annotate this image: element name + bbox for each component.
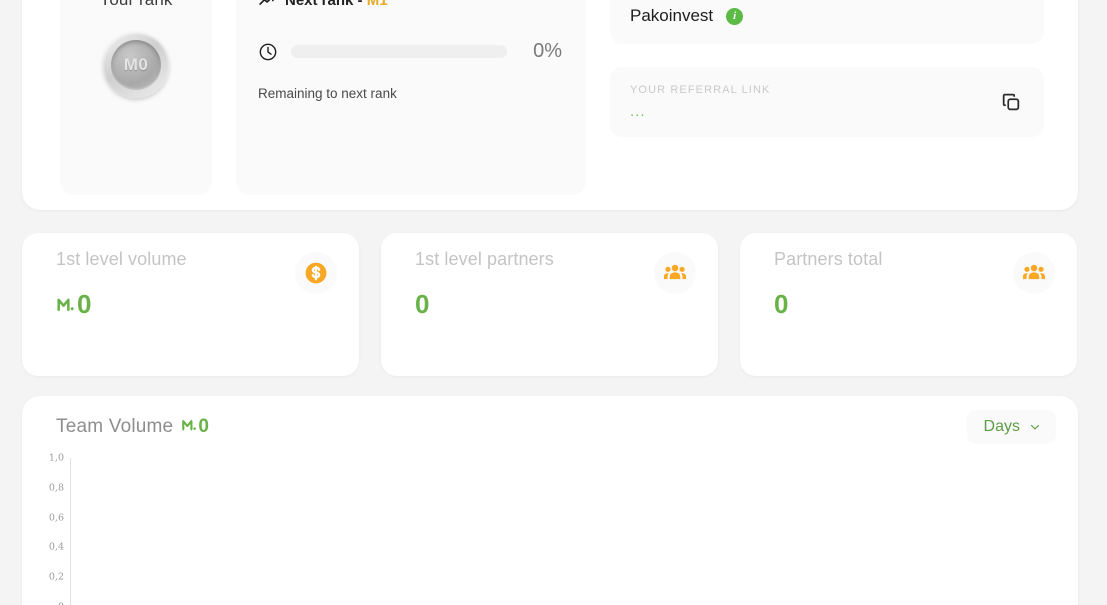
next-rank-progress-bar [291,45,507,58]
next-rank-progress-row: 0% [258,40,562,63]
team-volume-total-wrap: 0 [181,416,209,438]
your-upliner-card: YOUR UPLINER Pakoinvest i [610,0,1044,44]
chevron-down-icon [1029,421,1041,433]
team-volume-title-wrap: Team Volume 0 [56,416,209,438]
next-rank-text: Next rank - M1 [285,0,388,9]
m-currency-icon [181,417,197,433]
dashboard-page: Your rank M0 Next rank - M1 [0,0,1107,605]
team-volume-title: Team Volume [56,416,174,437]
next-rank-prefix: Next rank - [285,0,367,9]
team-volume-panel: Team Volume 0 Days 1,0 0,8 0,6 0,4 0,2 [22,396,1078,605]
your-referral-link-value[interactable]: ... [630,104,1024,119]
next-rank-card: Next rank - M1 0% Remaining to next rank [236,0,586,195]
next-rank-heading: Next rank - M1 [258,0,562,9]
stat-value: 0 [774,289,789,319]
your-upliner-row: Pakoinvest i [630,6,1024,26]
account-info-column: YOUR UPLINER Pakoinvest i YOUR REFERRAL … [610,0,1044,210]
stat-card-first-level-partners: 1st level partners 0 [381,233,718,376]
stat-value: 0 [77,289,92,319]
period-select-label: Days [983,418,1020,435]
users-group-icon [1013,252,1055,294]
stat-value-wrap: 0 [774,289,1055,320]
chart-plot-area: 1,0 0,8 0,6 0,4 0,2 0 [49,453,1058,605]
stat-card-partners-total: Partners total 0 [740,233,1077,376]
stat-value: 0 [415,289,430,319]
your-referral-link-label: YOUR REFERRAL LINK [630,84,771,96]
team-volume-chart: 1,0 0,8 0,6 0,4 0,2 0 [22,453,1058,605]
your-referral-link-card: YOUR REFERRAL LINK ... [610,67,1044,137]
info-icon[interactable]: i [726,7,744,25]
chart-y-axis-tick: 0 [58,602,64,605]
your-rank-card: Your rank M0 [60,0,212,195]
stat-value-wrap: 0 [56,289,337,320]
chart-y-axis-tick: 0,6 [48,512,64,524]
team-volume-header: Team Volume 0 Days [22,396,1078,458]
m-currency-icon [56,295,75,314]
team-volume-total: 0 [198,416,210,437]
rank-medal-label: M0 [111,40,161,90]
stat-value-wrap: 0 [415,289,696,320]
dollar-coin-icon [295,252,337,294]
next-rank-value: M1 [366,0,388,9]
stat-card-first-level-volume: 1st level volume 0 [22,233,359,376]
chart-y-axis-tick: 1,0 [48,452,64,464]
chart-y-axis-tick: 0,8 [48,482,64,494]
remaining-to-next-rank-label: Remaining to next rank [258,86,397,101]
your-rank-title: Your rank [99,0,172,10]
chart-y-axis-tick: 0,2 [48,571,64,583]
chart-y-axis-tick: 0,4 [48,541,64,553]
stats-row: 1st level volume 0 1st level partners 0 … [22,233,1086,376]
period-select-days[interactable]: Days [966,410,1056,444]
users-group-icon [654,252,696,294]
your-upliner-name: Pakoinvest [630,6,714,25]
next-rank-progress-percent: 0% [533,40,562,62]
copy-icon[interactable] [1000,91,1022,113]
clock-icon [258,42,278,62]
rank-medal-icon: M0 [103,32,169,98]
trending-up-icon [258,0,275,9]
rank-overview-panel: Your rank M0 Next rank - M1 [22,0,1078,210]
